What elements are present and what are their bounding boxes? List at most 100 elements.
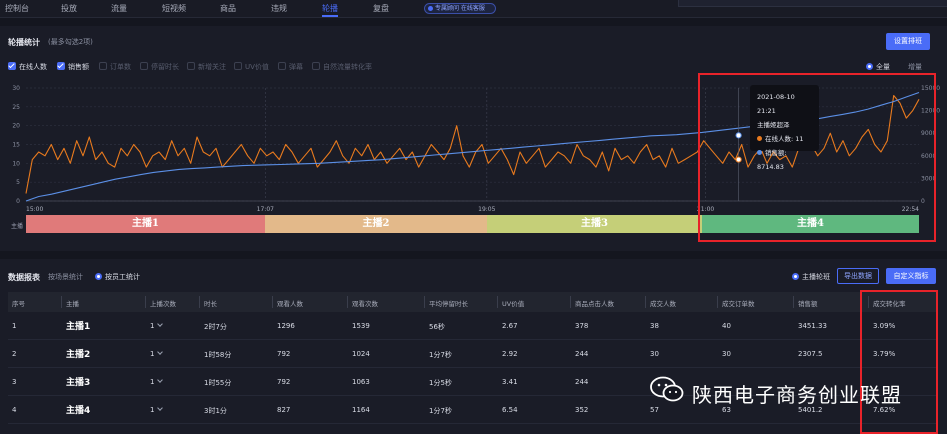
checkbox-icon <box>8 62 16 70</box>
chevron-down-icon <box>157 405 164 411</box>
table-cell: 2 <box>12 350 17 358</box>
metric-orders-checkbox[interactable]: 订单数 <box>99 62 131 72</box>
table-cell[interactable]: 1 <box>150 405 164 414</box>
anchor-axis-label: 主播 <box>11 223 24 230</box>
nav-short-video[interactable]: 短视频 <box>162 3 186 14</box>
chevron-down-icon <box>157 377 164 383</box>
checkbox-icon <box>99 62 107 70</box>
table-cell: 1063 <box>352 378 370 386</box>
checkbox-icon <box>187 62 195 70</box>
report-title: 数据报表 <box>8 273 40 282</box>
nav-review[interactable]: 复盘 <box>373 3 389 14</box>
column-divider <box>347 296 348 308</box>
table-cell: 1时55分 <box>204 379 232 387</box>
table-cell: 2.92 <box>502 350 518 358</box>
column-header: 商品点击人数 <box>575 300 614 308</box>
table-cell: 4 <box>12 406 17 414</box>
table-cell: 1时58分 <box>204 351 232 359</box>
checkbox-icon <box>234 62 242 70</box>
column-header: 平均停留时长 <box>429 300 468 308</box>
table-cell: 827 <box>277 406 291 414</box>
x-tick: 19:05 <box>478 206 495 213</box>
column-divider <box>793 296 794 308</box>
radio-icon <box>866 62 873 70</box>
radio-label: 增量 <box>908 63 922 71</box>
table-cell: 30 <box>722 350 731 358</box>
nav-carousel[interactable]: 轮播 <box>322 3 338 14</box>
table-cell[interactable]: 1 <box>150 377 164 386</box>
metric-natural-checkbox[interactable]: 自然流量转化率 <box>312 62 372 72</box>
metric-sales-checkbox[interactable]: 销售额 <box>57 62 89 72</box>
metric-danmu-checkbox[interactable]: 弹幕 <box>278 62 303 72</box>
table-cell: 1分7秒 <box>429 351 452 359</box>
segment-anchor3[interactable]: 主播3 <box>487 215 702 233</box>
chevron-down-icon <box>157 349 164 355</box>
custom-metrics-button[interactable]: 自定义指标 <box>886 268 936 284</box>
active-tab-indicator <box>322 15 338 17</box>
metric-label: 停留时长 <box>151 63 179 71</box>
view-all-radio[interactable]: 全量 <box>866 62 890 72</box>
radio-by-scene[interactable]: 按场景统计 <box>48 272 83 282</box>
nav-violations[interactable]: 违规 <box>271 3 287 14</box>
table-cell: 3时1分 <box>204 407 227 415</box>
segment-anchor1[interactable]: 主播1 <box>26 215 265 233</box>
nav-console[interactable]: 控制台 <box>5 3 29 14</box>
nav-ads[interactable]: 投放 <box>61 3 77 14</box>
watermark-text: 陕西电子商务创业联盟 <box>692 383 902 407</box>
x-tick: 17:07 <box>257 206 274 213</box>
metric-label: 新增关注 <box>198 63 226 71</box>
metric-uv-checkbox[interactable]: UV价值 <box>234 62 269 72</box>
radio-by-staff[interactable]: 按员工统计 <box>95 272 140 282</box>
table-cell[interactable]: 1 <box>150 321 164 330</box>
y-left-tick: 15 <box>12 142 20 149</box>
table-cell: 3451.33 <box>798 322 827 330</box>
help-pill[interactable]: 专属顾问 在线客服 <box>424 3 496 14</box>
report-table: 序号 主播 上播次数 时长 观看人数 观看次数 平均停留时长 UV价值 商品点击人数 成交人数 成交… <box>8 292 938 434</box>
table-cell: 6.54 <box>502 406 518 414</box>
carousel-title: 轮播统计 <box>8 38 40 47</box>
y-left-tick: 25 <box>12 104 20 111</box>
table-cell: 38 <box>650 322 659 330</box>
table-cell[interactable]: 1 <box>150 349 164 358</box>
table-cell: 主播1 <box>66 322 91 332</box>
column-divider <box>272 296 273 308</box>
table-cell: 244 <box>575 378 589 386</box>
table-cell: 792 <box>277 378 291 386</box>
metric-label: UV价值 <box>245 63 269 71</box>
export-button[interactable]: 导出数据 <box>837 268 879 284</box>
table-cell: 主播2 <box>66 350 91 360</box>
column-header: 上播次数 <box>150 300 176 308</box>
highlight-box-chart <box>698 73 936 242</box>
table-cell: 57 <box>650 406 659 414</box>
nav-traffic[interactable]: 流量 <box>111 3 127 14</box>
help-text: 专属顾问 在线客服 <box>435 5 485 12</box>
view-inc-radio[interactable]: 增量 <box>908 63 922 72</box>
table-cell: 3.41 <box>502 378 518 386</box>
table-cell: 1296 <box>277 322 295 330</box>
table-cell: 主播4 <box>66 406 91 416</box>
nav-products[interactable]: 商品 <box>220 3 236 14</box>
table-cell: 792 <box>277 350 291 358</box>
segment-anchor2[interactable]: 主播2 <box>265 215 487 233</box>
table-cell: 主播3 <box>66 378 91 388</box>
column-header: 销售额 <box>798 300 818 308</box>
radio-anchor-shift[interactable]: 主播轮班 <box>792 272 830 282</box>
y-left-tick: 30 <box>12 85 20 92</box>
table-cell: 2307.5 <box>798 350 823 358</box>
column-divider <box>497 296 498 308</box>
table-cell: 40 <box>722 322 731 330</box>
metric-follow-checkbox[interactable]: 新增关注 <box>187 62 226 72</box>
metric-label: 销售额 <box>68 63 89 71</box>
column-header: 成交订单数 <box>722 300 755 308</box>
column-header: 时长 <box>204 300 217 308</box>
column-divider <box>145 296 146 308</box>
metric-label: 自然流量转化率 <box>323 63 372 71</box>
checkbox-icon <box>312 62 320 70</box>
metric-stay-checkbox[interactable]: 停留时长 <box>140 62 179 72</box>
column-divider <box>199 296 200 308</box>
table-cell: 30 <box>650 350 659 358</box>
set-schedule-button[interactable]: 设置排班 <box>886 33 930 50</box>
metric-online-checkbox[interactable]: 在线人数 <box>8 62 47 72</box>
column-header: UV价值 <box>502 300 525 308</box>
table-cell: 1分5秒 <box>429 379 452 387</box>
